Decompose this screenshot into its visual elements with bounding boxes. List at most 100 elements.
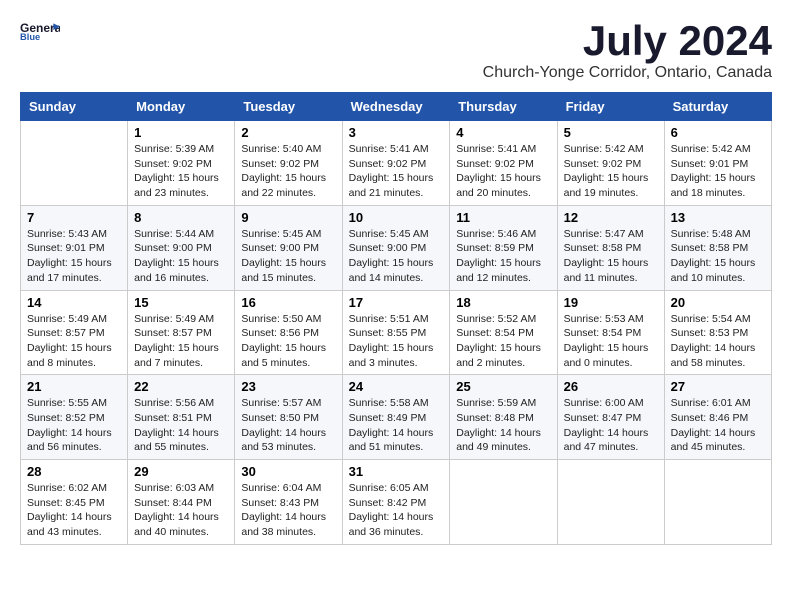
day-number: 5 bbox=[564, 125, 658, 140]
day-number: 20 bbox=[671, 295, 765, 310]
day-info: Sunrise: 5:53 AM Sunset: 8:54 PM Dayligh… bbox=[564, 312, 658, 371]
day-info: Sunrise: 5:51 AM Sunset: 8:55 PM Dayligh… bbox=[349, 312, 444, 371]
day-number: 14 bbox=[27, 295, 121, 310]
calendar-cell: 6Sunrise: 5:42 AM Sunset: 9:01 PM Daylig… bbox=[664, 121, 771, 206]
weekday-header-tuesday: Tuesday bbox=[235, 93, 342, 121]
calendar-cell: 24 Sunrise: 5:58 AM Sunset: 8:49 PM Dayli… bbox=[342, 375, 450, 460]
day-number: 24 bbox=[349, 379, 444, 394]
weekday-header-friday: Friday bbox=[557, 93, 664, 121]
day-number: 23 bbox=[241, 379, 335, 394]
day-info: Sunrise: 5:45 AM Sunset: 9:00 PM Dayligh… bbox=[349, 227, 444, 286]
calendar-cell bbox=[664, 460, 771, 545]
day-info: Sunrise: 5:59 AM Sunset: 8:48 PM Dayligh… bbox=[456, 396, 550, 455]
calendar-cell: 14 Sunrise: 5:49 AM Sunset: 8:57 PM Dayli… bbox=[21, 290, 128, 375]
calendar-cell: 31 Sunrise: 6:05 AM Sunset: 8:42 PM Dayli… bbox=[342, 460, 450, 545]
day-info: Sunrise: 5:57 AM Sunset: 8:50 PM Dayligh… bbox=[241, 396, 335, 455]
calendar-cell: 11 Sunrise: 5:46 AM Sunset: 8:59 PM Dayli… bbox=[450, 205, 557, 290]
calendar-cell: 17 Sunrise: 5:51 AM Sunset: 8:55 PM Dayli… bbox=[342, 290, 450, 375]
day-number: 19 bbox=[564, 295, 658, 310]
calendar-cell: 29Sunrise: 6:03 AM Sunset: 8:44 PM Dayli… bbox=[128, 460, 235, 545]
calendar-cell: 19 Sunrise: 5:53 AM Sunset: 8:54 PM Dayli… bbox=[557, 290, 664, 375]
calendar-week-row: 1Sunrise: 5:39 AM Sunset: 9:02 PM Daylig… bbox=[21, 121, 772, 206]
calendar-cell: 5Sunrise: 5:42 AM Sunset: 9:02 PM Daylig… bbox=[557, 121, 664, 206]
calendar-cell: 27 Sunrise: 6:01 AM Sunset: 8:46 PM Dayli… bbox=[664, 375, 771, 460]
day-info: Sunrise: 5:41 AM Sunset: 9:02 PM Dayligh… bbox=[349, 142, 444, 201]
day-number: 31 bbox=[349, 464, 444, 479]
calendar-cell: 21Sunrise: 5:55 AM Sunset: 8:52 PM Dayli… bbox=[21, 375, 128, 460]
logo-icon: General Blue bbox=[20, 20, 60, 40]
calendar-week-row: 28 Sunrise: 6:02 AM Sunset: 8:45 PM Dayli… bbox=[21, 460, 772, 545]
calendar-cell bbox=[21, 121, 128, 206]
page-header: General Blue July 2024 Church-Yonge Corr… bbox=[20, 20, 772, 82]
calendar-cell: 1Sunrise: 5:39 AM Sunset: 9:02 PM Daylig… bbox=[128, 121, 235, 206]
weekday-header-wednesday: Wednesday bbox=[342, 93, 450, 121]
day-number: 22 bbox=[134, 379, 228, 394]
calendar-cell: 3 Sunrise: 5:41 AM Sunset: 9:02 PM Daylig… bbox=[342, 121, 450, 206]
calendar-cell: 8 Sunrise: 5:44 AM Sunset: 9:00 PM Daylig… bbox=[128, 205, 235, 290]
calendar-cell: 23 Sunrise: 5:57 AM Sunset: 8:50 PM Dayli… bbox=[235, 375, 342, 460]
calendar-cell: 10 Sunrise: 5:45 AM Sunset: 9:00 PM Dayli… bbox=[342, 205, 450, 290]
day-number: 2 bbox=[241, 125, 335, 140]
calendar-cell: 28 Sunrise: 6:02 AM Sunset: 8:45 PM Dayli… bbox=[21, 460, 128, 545]
location-title: Church-Yonge Corridor, Ontario, Canada bbox=[483, 64, 772, 82]
day-info: Sunrise: 5:52 AM Sunset: 8:54 PM Dayligh… bbox=[456, 312, 550, 371]
weekday-header-saturday: Saturday bbox=[664, 93, 771, 121]
day-number: 27 bbox=[671, 379, 765, 394]
day-number: 10 bbox=[349, 210, 444, 225]
day-info: Sunrise: 5:44 AM Sunset: 9:00 PM Dayligh… bbox=[134, 227, 228, 286]
calendar-table: SundayMondayTuesdayWednesdayThursdayFrid… bbox=[20, 92, 772, 545]
day-info: Sunrise: 5:49 AM Sunset: 8:57 PM Dayligh… bbox=[27, 312, 121, 371]
day-info: Sunrise: 5:54 AM Sunset: 8:53 PM Dayligh… bbox=[671, 312, 765, 371]
day-info: Sunrise: 5:41 AM Sunset: 9:02 PM Dayligh… bbox=[456, 142, 550, 201]
day-number: 1 bbox=[134, 125, 228, 140]
day-number: 9 bbox=[241, 210, 335, 225]
day-number: 29 bbox=[134, 464, 228, 479]
day-info: Sunrise: 6:01 AM Sunset: 8:46 PM Dayligh… bbox=[671, 396, 765, 455]
day-number: 12 bbox=[564, 210, 658, 225]
calendar-week-row: 14 Sunrise: 5:49 AM Sunset: 8:57 PM Dayli… bbox=[21, 290, 772, 375]
calendar-cell: 9 Sunrise: 5:45 AM Sunset: 9:00 PM Daylig… bbox=[235, 205, 342, 290]
weekday-header-sunday: Sunday bbox=[21, 93, 128, 121]
day-info: Sunrise: 5:43 AM Sunset: 9:01 PM Dayligh… bbox=[27, 227, 121, 286]
day-number: 4 bbox=[456, 125, 550, 140]
day-info: Sunrise: 5:48 AM Sunset: 8:58 PM Dayligh… bbox=[671, 227, 765, 286]
day-number: 6 bbox=[671, 125, 765, 140]
day-number: 8 bbox=[134, 210, 228, 225]
day-info: Sunrise: 5:45 AM Sunset: 9:00 PM Dayligh… bbox=[241, 227, 335, 286]
calendar-cell: 2 Sunrise: 5:40 AM Sunset: 9:02 PM Daylig… bbox=[235, 121, 342, 206]
day-info: Sunrise: 6:02 AM Sunset: 8:45 PM Dayligh… bbox=[27, 481, 121, 540]
day-number: 3 bbox=[349, 125, 444, 140]
calendar-cell: 18 Sunrise: 5:52 AM Sunset: 8:54 PM Dayli… bbox=[450, 290, 557, 375]
calendar-body: 1Sunrise: 5:39 AM Sunset: 9:02 PM Daylig… bbox=[21, 121, 772, 545]
calendar-header-row: SundayMondayTuesdayWednesdayThursdayFrid… bbox=[21, 93, 772, 121]
day-number: 25 bbox=[456, 379, 550, 394]
calendar-cell: 30Sunrise: 6:04 AM Sunset: 8:43 PM Dayli… bbox=[235, 460, 342, 545]
day-number: 18 bbox=[456, 295, 550, 310]
day-info: Sunrise: 5:49 AM Sunset: 8:57 PM Dayligh… bbox=[134, 312, 228, 371]
weekday-header-monday: Monday bbox=[128, 93, 235, 121]
calendar-cell: 4 Sunrise: 5:41 AM Sunset: 9:02 PM Daylig… bbox=[450, 121, 557, 206]
calendar-cell bbox=[450, 460, 557, 545]
calendar-cell: 26Sunrise: 6:00 AM Sunset: 8:47 PM Dayli… bbox=[557, 375, 664, 460]
calendar-cell: 12Sunrise: 5:47 AM Sunset: 8:58 PM Dayli… bbox=[557, 205, 664, 290]
calendar-cell bbox=[557, 460, 664, 545]
day-number: 28 bbox=[27, 464, 121, 479]
day-info: Sunrise: 5:56 AM Sunset: 8:51 PM Dayligh… bbox=[134, 396, 228, 455]
svg-text:Blue: Blue bbox=[20, 32, 40, 40]
weekday-header-thursday: Thursday bbox=[450, 93, 557, 121]
calendar-week-row: 21Sunrise: 5:55 AM Sunset: 8:52 PM Dayli… bbox=[21, 375, 772, 460]
day-info: Sunrise: 5:40 AM Sunset: 9:02 PM Dayligh… bbox=[241, 142, 335, 201]
day-info: Sunrise: 5:46 AM Sunset: 8:59 PM Dayligh… bbox=[456, 227, 550, 286]
day-number: 11 bbox=[456, 210, 550, 225]
day-number: 7 bbox=[27, 210, 121, 225]
day-number: 17 bbox=[349, 295, 444, 310]
day-info: Sunrise: 5:58 AM Sunset: 8:49 PM Dayligh… bbox=[349, 396, 444, 455]
day-info: Sunrise: 6:05 AM Sunset: 8:42 PM Dayligh… bbox=[349, 481, 444, 540]
calendar-cell: 7 Sunrise: 5:43 AM Sunset: 9:01 PM Daylig… bbox=[21, 205, 128, 290]
day-number: 16 bbox=[241, 295, 335, 310]
day-info: Sunrise: 5:50 AM Sunset: 8:56 PM Dayligh… bbox=[241, 312, 335, 371]
calendar-cell: 22 Sunrise: 5:56 AM Sunset: 8:51 PM Dayli… bbox=[128, 375, 235, 460]
calendar-cell: 20 Sunrise: 5:54 AM Sunset: 8:53 PM Dayli… bbox=[664, 290, 771, 375]
calendar-cell: 25 Sunrise: 5:59 AM Sunset: 8:48 PM Dayli… bbox=[450, 375, 557, 460]
logo: General Blue bbox=[20, 20, 60, 42]
